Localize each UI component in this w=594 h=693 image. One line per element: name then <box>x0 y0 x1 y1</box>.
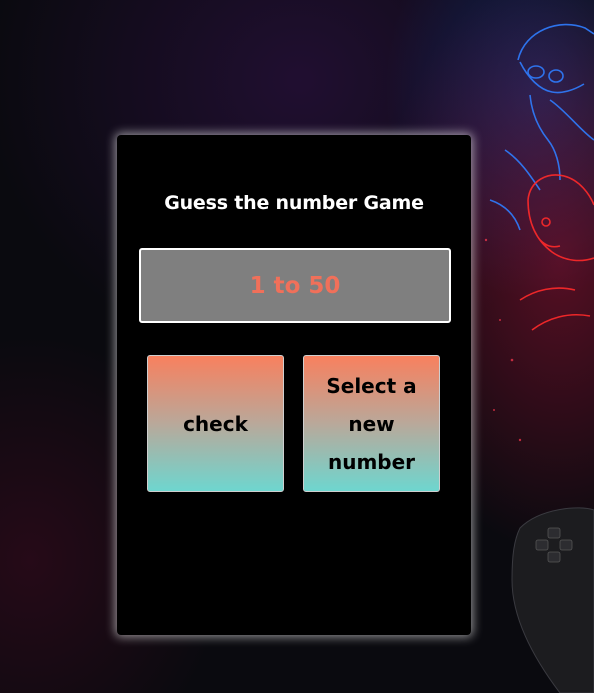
select-new-number-button[interactable]: Select a new number <box>303 355 440 492</box>
select-new-number-label: Select a new number <box>326 373 417 474</box>
range-text: 1 to 50 <box>249 272 341 299</box>
neon-sparks <box>484 238 522 442</box>
neon-soldier-icon <box>489 23 594 231</box>
gamepad-icon <box>511 507 594 693</box>
game-title: Guess the number Game <box>164 192 424 214</box>
game-card: Guess the number Game 1 to 50 check Sele… <box>117 135 471 635</box>
neon-face-icon <box>519 174 594 331</box>
check-button-label: check <box>183 411 248 436</box>
check-button[interactable]: check <box>147 355 284 492</box>
range-display: 1 to 50 <box>139 248 451 323</box>
